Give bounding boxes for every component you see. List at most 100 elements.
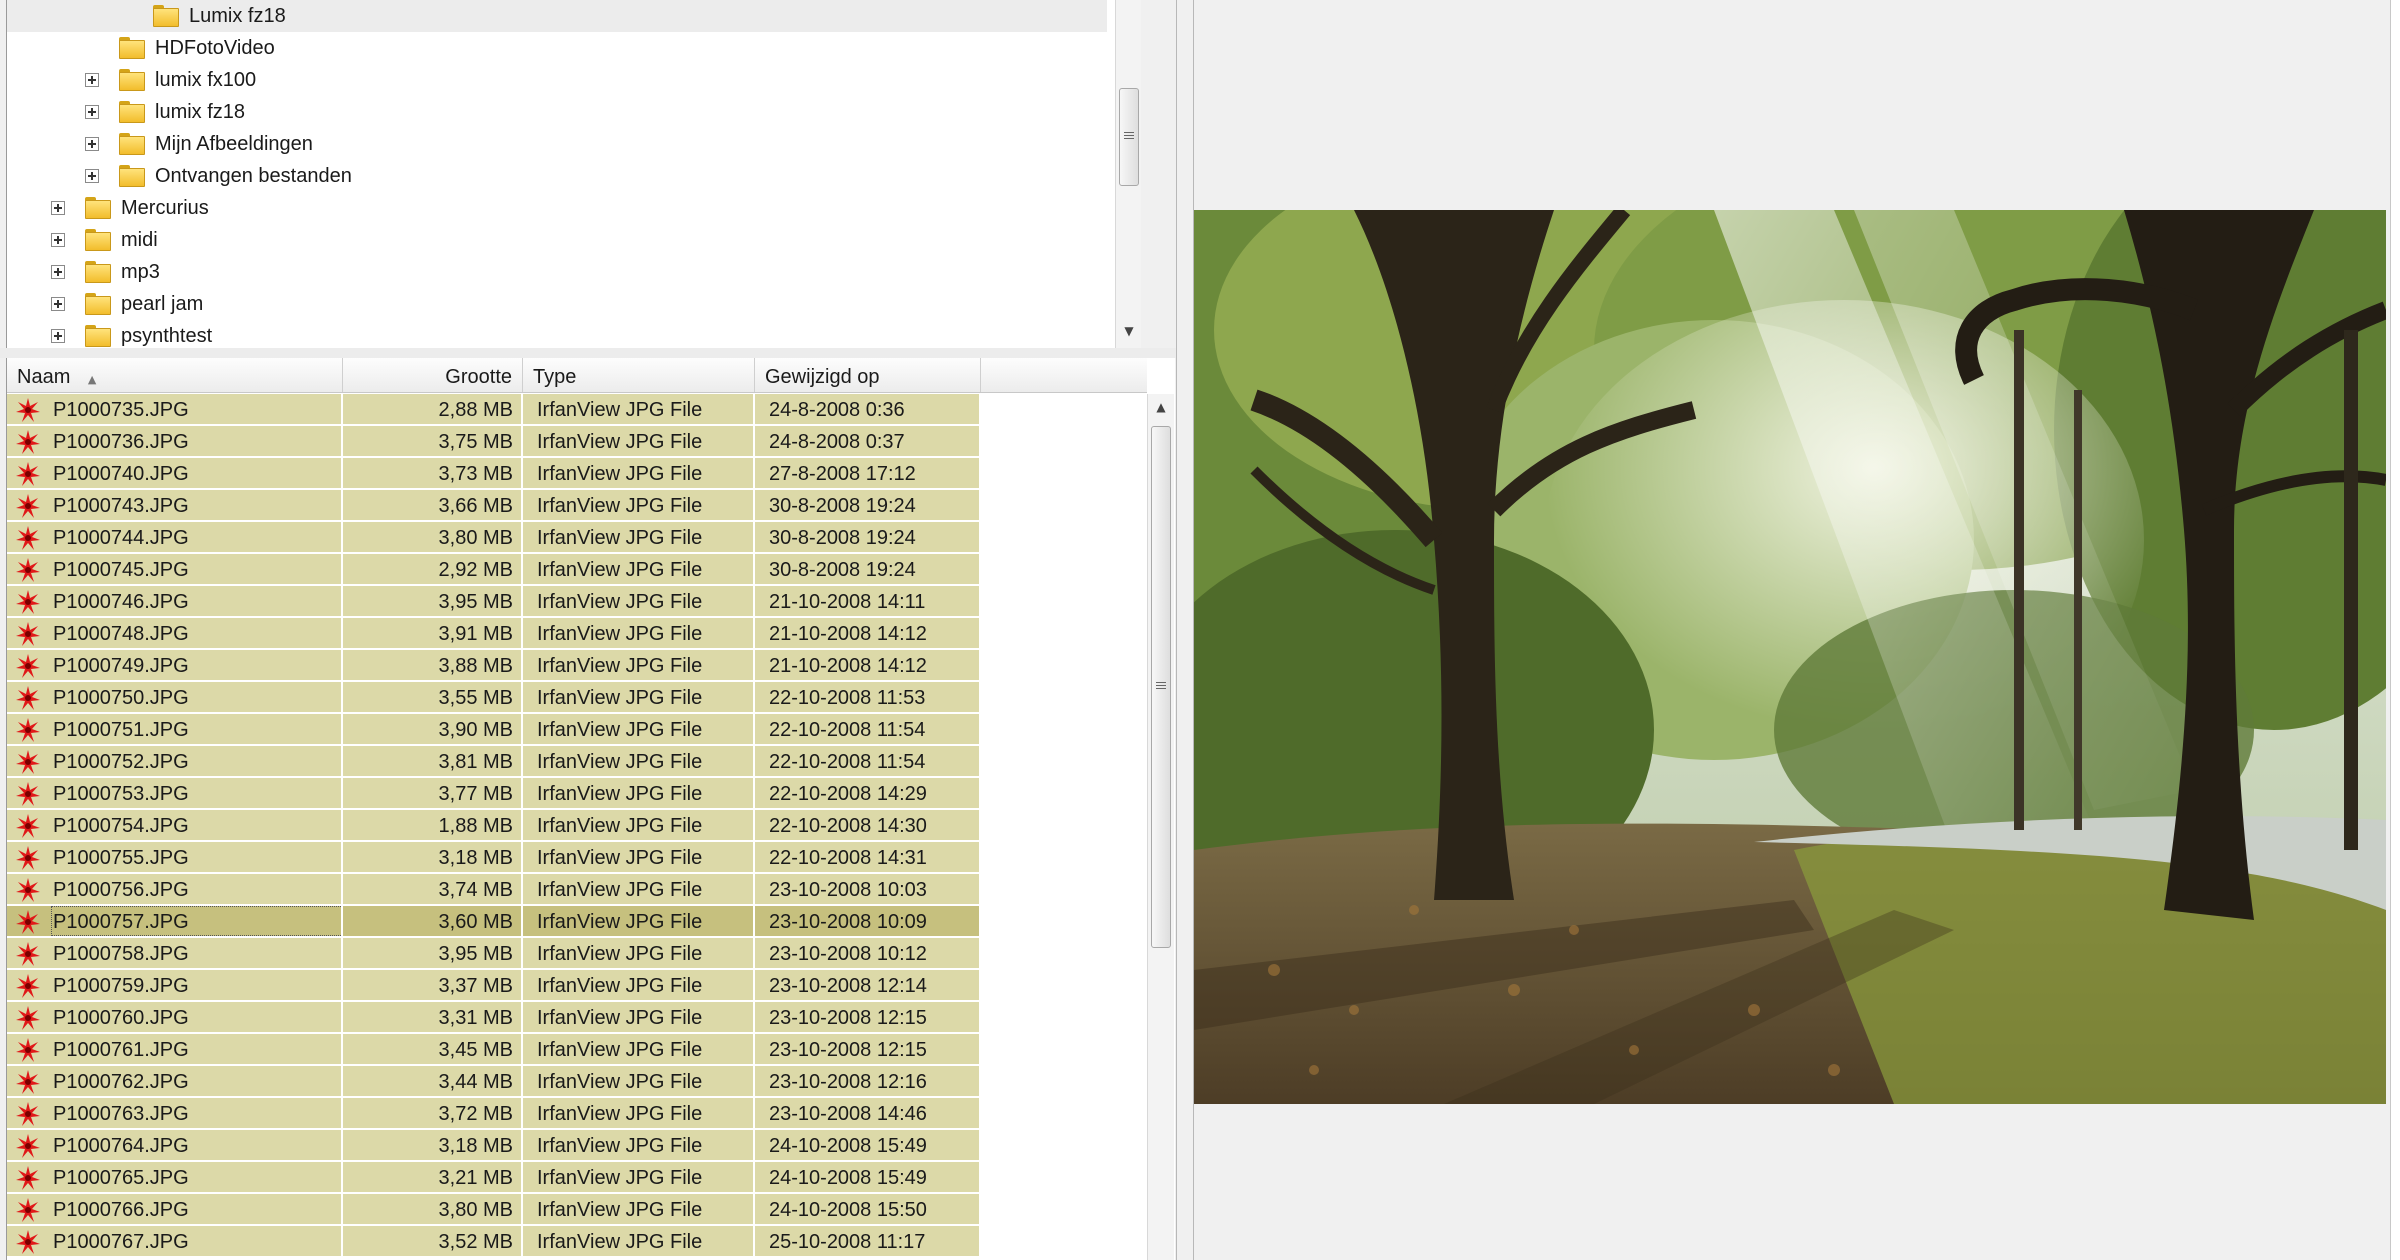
expand-plus-icon[interactable] — [51, 265, 65, 279]
table-row[interactable]: P1000766.JPG 3,80 MB IrfanView JPG File 24-… — [7, 1194, 1147, 1226]
expand-plus-icon[interactable] — [51, 297, 65, 311]
file-modified: 24-10-2008 15:49 — [769, 1135, 927, 1157]
table-row[interactable]: P1000758.JPG 3,95 MB IrfanView JPG File 23-… — [7, 938, 1147, 970]
file-name: P1000757.JPG — [51, 906, 341, 936]
tree-item[interactable]: lumix fx100 — [7, 64, 1107, 96]
horizontal-splitter[interactable] — [0, 348, 1178, 358]
table-row[interactable]: P1000750.JPG 3,55 MB IrfanView JPG File 22-… — [7, 682, 1147, 714]
folder-tree[interactable]: Lumix fz18 HDFotoVideo lumix fx100 lumix fz… — [6, 0, 1141, 349]
irfanview-file-icon — [15, 461, 41, 487]
table-row[interactable]: P1000764.JPG 3,18 MB IrfanView JPG File 24-… — [7, 1130, 1147, 1162]
file-name: P1000765.JPG — [53, 1167, 189, 1189]
cell-name: P1000761.JPG — [7, 1034, 341, 1066]
column-header-modified[interactable]: Gewijzigd op — [755, 358, 981, 392]
cell-name: P1000740.JPG — [7, 458, 341, 490]
table-row[interactable]: P1000743.JPG 3,66 MB IrfanView JPG File 30-… — [7, 490, 1147, 522]
table-row[interactable]: P1000767.JPG 3,52 MB IrfanView JPG File 25-… — [7, 1226, 1147, 1258]
table-row[interactable]: P1000762.JPG 3,44 MB IrfanView JPG File 23-… — [7, 1066, 1147, 1098]
column-header-type[interactable]: Type — [523, 358, 755, 392]
file-modified: 22-10-2008 14:29 — [769, 783, 927, 805]
file-name: P1000759.JPG — [53, 975, 189, 997]
file-size: 3,37 MB — [438, 975, 513, 997]
column-header-name[interactable]: Naam ▲ — [7, 358, 343, 392]
cell-size: 3,18 MB — [343, 1130, 521, 1162]
table-row[interactable]: P1000753.JPG 3,77 MB IrfanView JPG File 22-… — [7, 778, 1147, 810]
cell-modified: 21-10-2008 14:12 — [755, 618, 979, 650]
table-row[interactable]: P1000759.JPG 3,37 MB IrfanView JPG File 23-… — [7, 970, 1147, 1002]
tree-item[interactable]: HDFotoVideo — [7, 32, 1107, 64]
table-row[interactable]: P1000757.JPG 3,60 MB IrfanView JPG File 23-… — [7, 906, 1147, 938]
file-type: IrfanView JPG File — [537, 975, 703, 997]
expand-plus-icon[interactable] — [85, 105, 99, 119]
file-name: P1000749.JPG — [53, 655, 189, 677]
file-modified: 25-10-2008 11:17 — [769, 1231, 926, 1253]
file-modified: 24-10-2008 15:49 — [769, 1167, 927, 1189]
cell-type: IrfanView JPG File — [523, 522, 753, 554]
file-modified: 24-10-2008 15:50 — [769, 1199, 927, 1221]
table-row[interactable]: P1000765.JPG 3,21 MB IrfanView JPG File 24-… — [7, 1162, 1147, 1194]
table-row[interactable]: P1000746.JPG 3,95 MB IrfanView JPG File 21-… — [7, 586, 1147, 618]
expand-plus-icon[interactable] — [51, 201, 65, 215]
file-type: IrfanView JPG File — [537, 847, 703, 869]
cell-modified: 23-10-2008 12:16 — [755, 1066, 979, 1098]
vertical-splitter[interactable] — [1176, 0, 1194, 1260]
cell-modified: 22-10-2008 11:54 — [755, 714, 979, 746]
table-row[interactable]: P1000755.JPG 3,18 MB IrfanView JPG File 22-… — [7, 842, 1147, 874]
table-row[interactable]: P1000745.JPG 2,92 MB IrfanView JPG File 30-… — [7, 554, 1147, 586]
table-row[interactable]: P1000751.JPG 3,90 MB IrfanView JPG File 22-… — [7, 714, 1147, 746]
file-type: IrfanView JPG File — [537, 687, 703, 709]
tree-item[interactable]: pearl jam — [7, 288, 1107, 320]
irfanview-file-icon — [15, 621, 41, 647]
cell-modified: 23-10-2008 10:03 — [755, 874, 979, 906]
tree-item[interactable]: midi — [7, 224, 1107, 256]
expand-plus-icon[interactable] — [85, 137, 99, 151]
cell-type: IrfanView JPG File — [523, 458, 753, 490]
expand-plus-icon[interactable] — [85, 169, 99, 183]
table-row[interactable]: P1000756.JPG 3,74 MB IrfanView JPG File 23-… — [7, 874, 1147, 906]
file-size: 3,95 MB — [438, 943, 513, 965]
table-row[interactable]: P1000752.JPG 3,81 MB IrfanView JPG File 22-… — [7, 746, 1147, 778]
cell-type: IrfanView JPG File — [523, 394, 753, 426]
tree-item[interactable]: Lumix fz18 — [7, 0, 1107, 32]
table-row[interactable]: P1000748.JPG 3,91 MB IrfanView JPG File 21-… — [7, 618, 1147, 650]
folder-tree-scrollbar[interactable]: ▼ — [1115, 0, 1141, 348]
sort-ascending-icon: ▲ — [87, 373, 97, 386]
folder-tree-scroll-thumb[interactable] — [1119, 88, 1139, 186]
expand-plus-icon[interactable] — [51, 233, 65, 247]
table-row[interactable]: P1000749.JPG 3,88 MB IrfanView JPG File 21-… — [7, 650, 1147, 682]
cell-type: IrfanView JPG File — [523, 970, 753, 1002]
cell-filler — [981, 842, 1147, 872]
file-name: P1000735.JPG — [53, 399, 189, 421]
tree-item[interactable]: Mijn Afbeeldingen — [7, 128, 1107, 160]
tree-item[interactable]: Ontvangen bestanden — [7, 160, 1107, 192]
cell-size: 3,80 MB — [343, 1194, 521, 1226]
table-row[interactable]: P1000736.JPG 3,75 MB IrfanView JPG File 24-… — [7, 426, 1147, 458]
file-name: P1000755.JPG — [53, 847, 189, 869]
file-size: 3,44 MB — [438, 1071, 513, 1093]
table-row[interactable]: P1000763.JPG 3,72 MB IrfanView JPG File 23-… — [7, 1098, 1147, 1130]
table-row[interactable]: P1000754.JPG 1,88 MB IrfanView JPG File 22-… — [7, 810, 1147, 842]
file-list[interactable]: Naam ▲ Grootte Type Gewijzigd op P100073… — [6, 358, 1175, 1260]
cell-modified: 22-10-2008 11:54 — [755, 746, 979, 778]
file-list-scroll-up-arrow[interactable]: ▲ — [1148, 394, 1174, 420]
tree-item[interactable]: Mercurius — [7, 192, 1107, 224]
file-list-scrollbar[interactable]: ▲ — [1147, 394, 1174, 1260]
table-row[interactable]: P1000740.JPG 3,73 MB IrfanView JPG File 27-… — [7, 458, 1147, 490]
column-header-size[interactable]: Grootte — [343, 358, 523, 392]
expand-plus-icon[interactable] — [51, 329, 65, 343]
table-row[interactable]: P1000735.JPG 2,88 MB IrfanView JPG File 24-… — [7, 394, 1147, 426]
file-name: P1000753.JPG — [53, 783, 189, 805]
folder-tree-scroll-down-arrow[interactable]: ▼ — [1116, 318, 1141, 344]
tree-item[interactable]: lumix fz18 — [7, 96, 1107, 128]
tree-item[interactable]: mp3 — [7, 256, 1107, 288]
expand-plus-icon[interactable] — [85, 73, 99, 87]
folder-icon — [119, 69, 145, 91]
file-name: P1000767.JPG — [53, 1231, 189, 1253]
table-row[interactable]: P1000744.JPG 3,80 MB IrfanView JPG File 30-… — [7, 522, 1147, 554]
file-list-scroll-thumb[interactable] — [1151, 426, 1171, 948]
tree-item-label: psynthtest — [121, 325, 213, 347]
file-list-header: Naam ▲ Grootte Type Gewijzigd op — [7, 358, 1147, 393]
table-row[interactable]: P1000761.JPG 3,45 MB IrfanView JPG File 23-… — [7, 1034, 1147, 1066]
tree-item[interactable]: psynthtest — [7, 320, 1107, 348]
table-row[interactable]: P1000760.JPG 3,31 MB IrfanView JPG File 23-… — [7, 1002, 1147, 1034]
